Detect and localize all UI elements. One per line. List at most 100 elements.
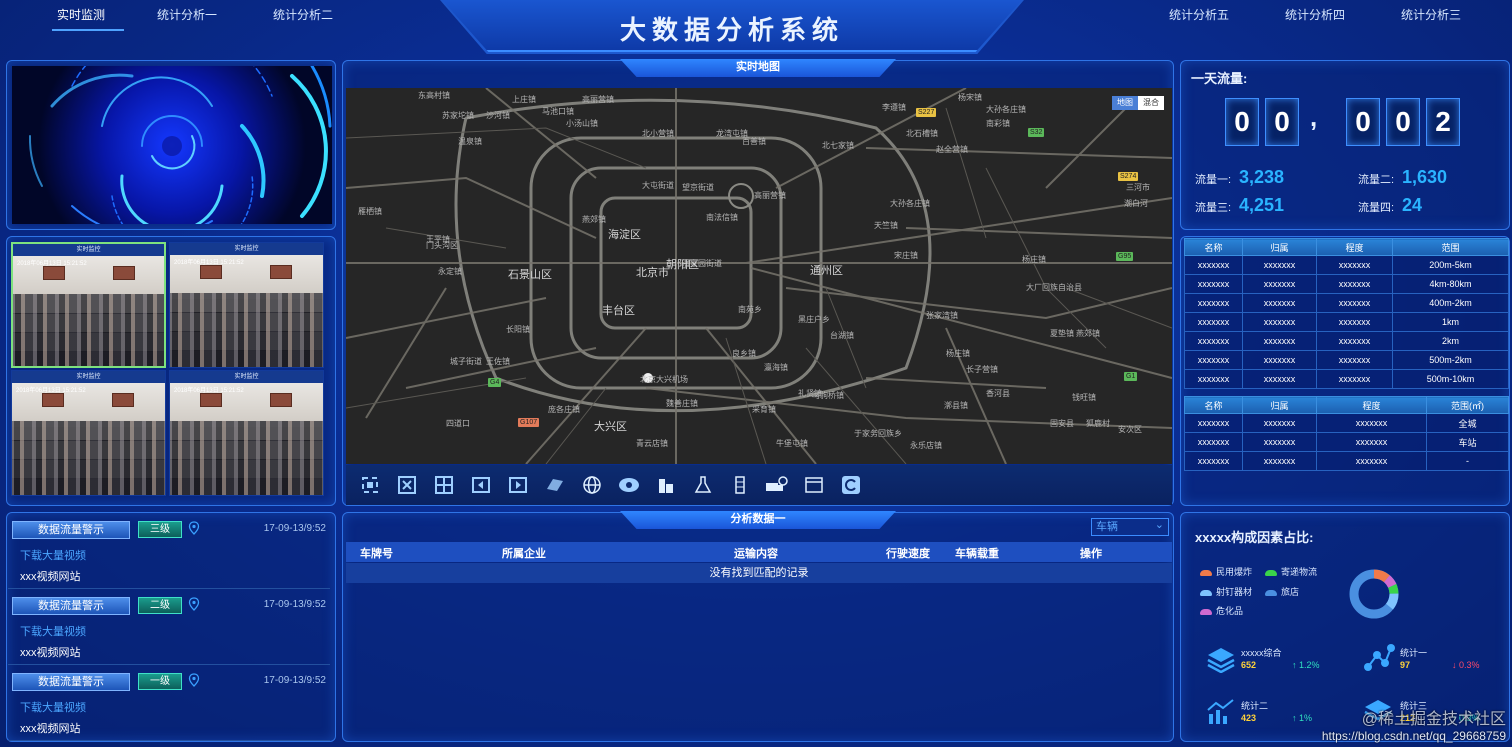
- nav-stats-5[interactable]: 统计分析五: [1156, 8, 1242, 30]
- map-type-hybrid-button[interactable]: 混合: [1138, 96, 1164, 110]
- flask-icon[interactable]: [689, 473, 717, 497]
- legend-swatch-icon: [1265, 589, 1277, 596]
- map-place-label: 庞各庄镇: [548, 405, 580, 414]
- table-cell: xxxxxxx: [1184, 331, 1243, 351]
- table-row[interactable]: xxxxxxx xxxxxxx xxxxxxx 200m-5km: [1184, 255, 1509, 275]
- map-place-label: 高丽营镇: [582, 95, 614, 104]
- road-shield: G1: [1124, 372, 1138, 381]
- skyscraper-icon[interactable]: [726, 473, 754, 497]
- analysis-empty-message: 没有找到匹配的记录: [346, 563, 1172, 583]
- table-header-row: 名称 归属 程度 范围: [1184, 238, 1509, 256]
- legend-item: 危化品: [1200, 604, 1243, 617]
- building-icon[interactable]: [652, 473, 680, 497]
- map-place-label: 北七家镇: [822, 141, 854, 150]
- traffic-alert-button[interactable]: 数据流量警示: [12, 673, 130, 691]
- map-type-switch: 地图 混合: [1112, 96, 1164, 110]
- road-shield: S227: [916, 108, 937, 117]
- stat-1-value: 652: [1241, 660, 1257, 670]
- range-table-2: 名称 归属 程度 范围(㎡) xxxxxxx xxxxxxx xxxxxxx 全城 xxxxxx…: [1184, 396, 1509, 471]
- nav-realtime-monitor[interactable]: 实时监测: [38, 8, 124, 31]
- fullscreen-icon[interactable]: [356, 473, 384, 497]
- people-row: [170, 331, 323, 351]
- video-feed[interactable]: 实时监控 2018年06月13日 15:21:52: [169, 242, 324, 368]
- table-cell: 4km-80km: [1392, 274, 1509, 294]
- map-place-label: 沙河镇: [486, 111, 510, 120]
- video-feed[interactable]: 实时监控 2018年06月13日 15:21:52: [11, 242, 166, 368]
- vehicle-select[interactable]: 车辆: [1091, 517, 1169, 536]
- table-row[interactable]: xxxxxxx xxxxxxx xxxxxxx 车站: [1184, 432, 1509, 452]
- map-layer-icon[interactable]: [541, 473, 569, 497]
- window-icon[interactable]: [800, 473, 828, 497]
- step-forward-icon[interactable]: [504, 473, 532, 497]
- table-cell: xxxxxxx: [1316, 255, 1393, 275]
- map-type-map-button[interactable]: 地图: [1112, 96, 1138, 110]
- table-row[interactable]: xxxxxxx xxxxxxx xxxxxxx 500m-10km: [1184, 369, 1509, 389]
- refresh-icon[interactable]: [837, 473, 865, 497]
- table-cell: xxxxxxx: [1184, 255, 1243, 275]
- nav-stats-3[interactable]: 统计分析三: [1388, 8, 1474, 30]
- map-place-label: 燕郊镇: [582, 215, 606, 224]
- truck-search-icon[interactable]: [763, 473, 791, 497]
- cash-icon[interactable]: [615, 473, 643, 497]
- location-pin-icon[interactable]: [188, 673, 200, 687]
- hero-tech-graphic: [12, 66, 332, 224]
- digit-separator: ,: [1310, 102, 1318, 132]
- map-place-label: 南彩镇: [986, 119, 1010, 128]
- table-cell: 500m-10km: [1392, 369, 1509, 389]
- people-row: [170, 421, 323, 441]
- flow-4-label: 流量四:: [1358, 202, 1395, 214]
- wall-board: [43, 266, 65, 280]
- table-row[interactable]: xxxxxxx xxxxxxx xxxxxxx 2km: [1184, 331, 1509, 351]
- map-place-label: 瀛海镇: [764, 363, 788, 372]
- table-header-row: 名称 归属 程度 范围(㎡): [1184, 396, 1509, 414]
- alert-detail-link[interactable]: 下载大量视频: [20, 547, 86, 563]
- flow-2-value: 1,630: [1402, 167, 1448, 187]
- collapse-icon[interactable]: [430, 473, 458, 497]
- nav-stats-4[interactable]: 统计分析四: [1272, 8, 1358, 30]
- video-time: 2018年06月13日 15:21:52: [174, 260, 244, 266]
- expand-icon[interactable]: [393, 473, 421, 497]
- table-cell: xxxxxxx: [1316, 293, 1393, 313]
- video-feed[interactable]: 实时监控 2018年06月13日 15:21:52: [11, 370, 166, 496]
- col-speed: 行驶速度: [886, 548, 930, 560]
- map-place-label: 大屯街道: [642, 181, 674, 190]
- map-place-label: 雁栖镇: [358, 207, 382, 216]
- alert-item: 数据流量警示 三级 17-09-13/9:52 下载大量视频 xxx视频网站: [8, 517, 330, 589]
- table-header-cell: 程度: [1316, 396, 1427, 414]
- map-place-label: 杨庄镇: [1022, 255, 1046, 264]
- flow-digit: 0: [1265, 98, 1299, 146]
- table-cell: xxxxxxx: [1184, 432, 1243, 452]
- location-pin-icon[interactable]: [188, 597, 200, 611]
- map-place-label: 李遵镇: [882, 103, 906, 112]
- alert-detail-link[interactable]: 下载大量视频: [20, 699, 86, 715]
- analysis-panel-title: 分析数据一: [620, 511, 896, 529]
- nav-stats-2[interactable]: 统计分析二: [260, 8, 346, 30]
- table-row[interactable]: xxxxxxx xxxxxxx xxxxxxx 4km-80km: [1184, 274, 1509, 294]
- globe-icon[interactable]: [578, 473, 606, 497]
- people-row: [13, 313, 164, 333]
- table-row[interactable]: xxxxxxx xxxxxxx xxxxxxx 1km: [1184, 312, 1509, 332]
- table-cell: xxxxxxx: [1316, 451, 1427, 471]
- step-back-icon[interactable]: [467, 473, 495, 497]
- wall-board: [112, 393, 134, 407]
- alert-detail-link[interactable]: 下载大量视频: [20, 623, 86, 639]
- people-row: [170, 440, 323, 460]
- stat-1-change: ↑ 1.2%: [1292, 660, 1320, 670]
- map-place-label: 望京街道: [682, 183, 714, 192]
- table-row[interactable]: xxxxxxx xxxxxxx xxxxxxx -: [1184, 451, 1509, 471]
- wall-board: [200, 393, 222, 407]
- nav-stats-1[interactable]: 统计分析一: [144, 8, 230, 30]
- map-place-label: 朝阳区: [666, 259, 699, 271]
- map-place-label: 安次区: [1118, 425, 1142, 434]
- table-row[interactable]: xxxxxxx xxxxxxx xxxxxxx 全城: [1184, 413, 1509, 433]
- table-row[interactable]: xxxxxxx xxxxxxx xxxxxxx 500m-2km: [1184, 350, 1509, 370]
- traffic-alert-button[interactable]: 数据流量警示: [12, 521, 130, 539]
- table-row[interactable]: xxxxxxx xxxxxxx xxxxxxx 400m-2km: [1184, 293, 1509, 313]
- road-shield: G4: [488, 378, 502, 387]
- city-map[interactable]: 东高村镇 上庄镇 马池口镇 高丽营镇 李遵镇 杨宋镇 大孙各庄镇 苏家坨镇 沙河镇 小汤山镇 北小营…: [346, 88, 1172, 464]
- location-pin-icon[interactable]: [188, 521, 200, 535]
- video-feed[interactable]: 实时监控 2018年06月13日 15:21:52: [169, 370, 324, 496]
- table-cell: xxxxxxx: [1242, 350, 1317, 370]
- table-header-cell: 名称: [1184, 396, 1243, 414]
- traffic-alert-button[interactable]: 数据流量警示: [12, 597, 130, 615]
